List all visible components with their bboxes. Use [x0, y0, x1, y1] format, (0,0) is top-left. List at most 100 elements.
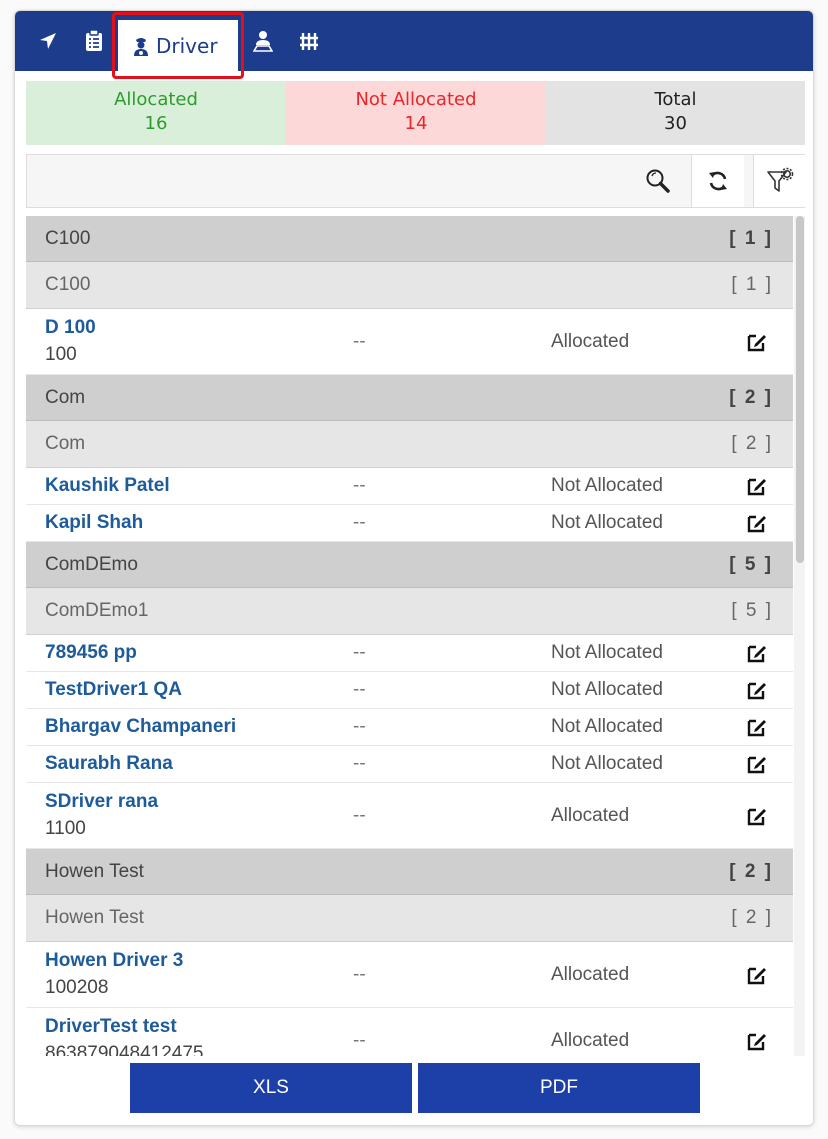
driver-cell: Kaushik Patel	[45, 475, 170, 497]
total-label: Total	[654, 89, 697, 110]
driver-vehicle: --	[353, 716, 366, 737]
driver-status: Allocated	[551, 1029, 630, 1051]
tab-driver-label: Driver	[156, 33, 218, 58]
filter-settings-button[interactable]	[753, 155, 806, 207]
driver-row[interactable]: Kapil Shah -- Not Allocated	[26, 505, 793, 542]
subgroup-count: [ 2 ]	[731, 907, 773, 928]
export-xls-button[interactable]: XLS	[130, 1063, 412, 1113]
group-header[interactable]: ComDEmo [ 5 ]	[26, 542, 793, 588]
edit-icon[interactable]	[746, 1030, 768, 1052]
driver-name[interactable]: Kaushik Patel	[45, 475, 170, 497]
driver-status: Not Allocated	[551, 512, 663, 533]
driver-cell: SDriver rana 1100	[45, 791, 158, 841]
edit-icon[interactable]	[746, 331, 768, 353]
subgroup-header[interactable]: C100 [ 1 ]	[26, 262, 793, 309]
driver-location-icon	[253, 31, 273, 52]
driver-name[interactable]: 789456 pp	[45, 642, 137, 664]
edit-icon[interactable]	[746, 512, 768, 534]
group-name: ComDEmo	[45, 553, 138, 575]
driver-name[interactable]: TestDriver1 QA	[45, 679, 182, 701]
driver-id: 100208	[45, 977, 109, 998]
edit-icon[interactable]	[746, 964, 768, 986]
driver-cell: D 100 100	[45, 317, 96, 367]
driver-row[interactable]: 789456 pp -- Not Allocated	[26, 635, 793, 672]
driver-row[interactable]: DriverTest test 863879048412475 -- Alloc…	[26, 1008, 793, 1056]
clipboard-icon	[86, 30, 102, 51]
driver-cell: Howen Driver 3 100208	[45, 950, 183, 1000]
fence-icon	[300, 33, 318, 50]
refresh-button[interactable]	[691, 155, 744, 207]
edit-icon[interactable]	[746, 475, 768, 497]
edit-icon[interactable]	[746, 753, 768, 775]
driver-name[interactable]: Saurabh Rana	[45, 753, 173, 775]
driver-row[interactable]: D 100 100 -- Allocated	[26, 309, 793, 375]
driver-row[interactable]: TestDriver1 QA -- Not Allocated	[26, 672, 793, 709]
driver-vehicle: --	[353, 330, 366, 352]
search-input[interactable]	[27, 155, 677, 207]
export-pdf-button[interactable]: PDF	[418, 1063, 700, 1113]
driver-name[interactable]: Bhargav Champaneri	[45, 716, 236, 738]
search-icon	[646, 169, 670, 193]
driver-vehicle: --	[353, 1029, 366, 1051]
group-header[interactable]: C100 [ 1 ]	[26, 216, 793, 262]
tab-geofence[interactable]	[294, 11, 324, 71]
driver-vehicle: --	[353, 475, 366, 496]
driver-cell: 789456 pp	[45, 642, 137, 664]
driver-name[interactable]: SDriver rana	[45, 791, 158, 813]
driver-row[interactable]: Saurabh Rana -- Not Allocated	[26, 746, 793, 783]
tab-driver-map[interactable]	[248, 11, 278, 71]
driver-name[interactable]: D 100	[45, 317, 96, 339]
group-count: [ 2 ]	[729, 386, 773, 408]
driver-cell: TestDriver1 QA	[45, 679, 182, 701]
driver-vehicle: --	[353, 679, 366, 700]
group-header[interactable]: Com [ 2 ]	[26, 375, 793, 421]
driver-list: C100 [ 1 ] C100 [ 1 ] D 100 100 -- Alloc…	[26, 216, 804, 1056]
navigation-arrow-icon	[40, 33, 56, 49]
subgroup-header[interactable]: ComDEmo1 [ 5 ]	[26, 588, 793, 635]
driver-icon	[134, 37, 148, 56]
not-allocated-summary[interactable]: Not Allocated 14	[286, 81, 546, 145]
search-button[interactable]	[632, 155, 684, 207]
subgroup-count: [ 1 ]	[731, 274, 773, 295]
driver-cell: Bhargav Champaneri	[45, 716, 236, 738]
driver-vehicle: --	[353, 753, 366, 774]
subgroup-name: C100	[45, 274, 91, 295]
not-allocated-label: Not Allocated	[355, 89, 477, 110]
edit-icon[interactable]	[746, 805, 768, 827]
subgroup-header[interactable]: Com [ 2 ]	[26, 421, 793, 468]
driver-cell: Saurabh Rana	[45, 753, 173, 775]
driver-status: Allocated	[551, 330, 630, 352]
allocated-summary[interactable]: Allocated 16	[26, 81, 286, 145]
driver-name[interactable]: Howen Driver 3	[45, 950, 183, 972]
tab-driver[interactable]: Driver	[118, 20, 238, 71]
subgroup-name: Howen Test	[45, 907, 144, 928]
subgroup-name: ComDEmo1	[45, 600, 149, 621]
tab-reports[interactable]	[79, 11, 109, 71]
driver-cell: DriverTest test 863879048412475	[45, 1016, 204, 1056]
edit-icon[interactable]	[746, 642, 768, 664]
scrollbar-thumb[interactable]	[796, 216, 804, 563]
group-count: [ 1 ]	[729, 227, 773, 249]
driver-name[interactable]: Kapil Shah	[45, 512, 143, 534]
total-summary[interactable]: Total 30	[546, 81, 805, 145]
driver-name[interactable]: DriverTest test	[45, 1016, 204, 1038]
driver-row[interactable]: Bhargav Champaneri -- Not Allocated	[26, 709, 793, 746]
edit-icon[interactable]	[746, 716, 768, 738]
driver-status: Not Allocated	[551, 475, 663, 496]
refresh-icon	[709, 171, 727, 191]
driver-row[interactable]: SDriver rana 1100 -- Allocated	[26, 783, 793, 849]
driver-cell: Kapil Shah	[45, 512, 143, 534]
driver-status: Not Allocated	[551, 716, 663, 737]
driver-row[interactable]: Howen Driver 3 100208 -- Allocated	[26, 942, 793, 1008]
driver-vehicle: --	[353, 512, 366, 533]
tab-navigation[interactable]	[33, 11, 63, 71]
total-count: 30	[664, 113, 687, 134]
driver-row[interactable]: Kaushik Patel -- Not Allocated	[26, 468, 793, 505]
edit-icon[interactable]	[746, 679, 768, 701]
driver-status: Not Allocated	[551, 753, 663, 774]
group-header[interactable]: Howen Test [ 2 ]	[26, 849, 793, 895]
subgroup-header[interactable]: Howen Test [ 2 ]	[26, 895, 793, 942]
driver-vehicle: --	[353, 642, 366, 663]
list-scrollbar[interactable]	[794, 216, 805, 1056]
group-count: [ 5 ]	[729, 553, 773, 575]
